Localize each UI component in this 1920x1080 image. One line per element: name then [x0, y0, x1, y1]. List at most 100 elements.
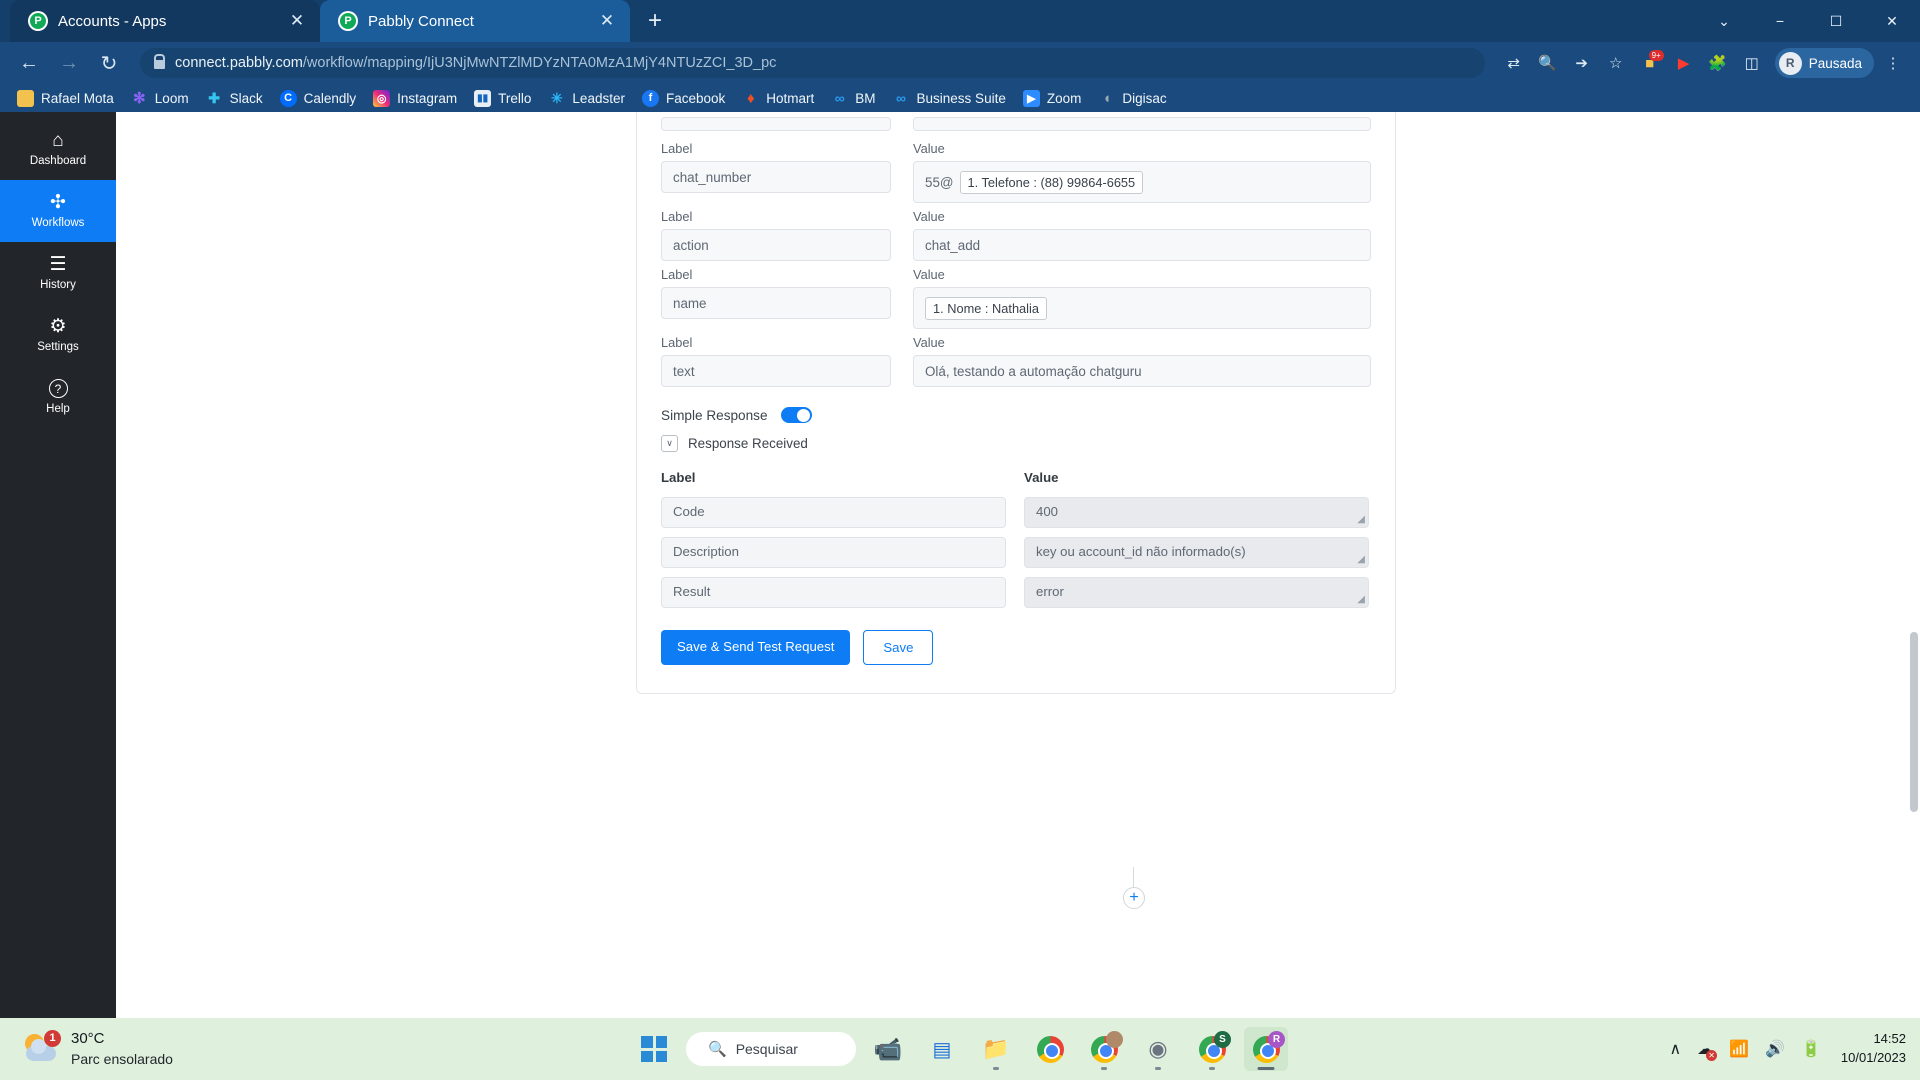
response-received-label: Response Received — [688, 436, 808, 451]
taskbar-app-chrome-profile-s[interactable]: S — [1190, 1027, 1234, 1071]
taskbar-app-file-explorer[interactable]: 📁 — [974, 1027, 1018, 1071]
taskbar-app-chrome-profile-1[interactable] — [1082, 1027, 1126, 1071]
label-input[interactable]: text — [661, 355, 891, 387]
youtube-extension-icon[interactable]: ▶ — [1669, 48, 1699, 78]
forward-icon[interactable]: → — [52, 46, 86, 80]
bookmark-zoom[interactable]: ▶ Zoom — [1016, 87, 1089, 110]
response-label-field[interactable]: Description — [661, 537, 1006, 568]
value-input-partial[interactable] — [913, 117, 1371, 131]
workflows-icon: ✣ — [50, 192, 66, 213]
label-input[interactable]: chat_number — [661, 161, 891, 193]
sidebar-item-workflows[interactable]: ✣ Workflows — [0, 180, 116, 242]
sidebar-item-settings[interactable]: ⚙ Settings — [0, 304, 116, 366]
resize-grip-icon[interactable]: ◢ — [1357, 594, 1365, 605]
extension-badge-icon[interactable]: ■ 9+ — [1635, 48, 1665, 78]
running-indicator — [1257, 1067, 1275, 1070]
minimize-button[interactable]: − — [1752, 0, 1808, 42]
page-scrollbar[interactable] — [1907, 112, 1920, 1018]
label-input[interactable]: action — [661, 229, 891, 261]
bookmark-rafael-mota[interactable]: Rafael Mota — [10, 87, 121, 110]
bookmark-facebook[interactable]: f Facebook — [635, 87, 732, 110]
bookmark-loom[interactable]: ✻ Loom — [124, 87, 196, 110]
bookmark-slack[interactable]: ✚ Slack — [199, 87, 270, 110]
bookmark-business-suite[interactable]: ∞ Business Suite — [886, 87, 1013, 110]
value-input[interactable]: 55@ 1. Telefone : (88) 99864-6655 — [913, 161, 1371, 203]
search-icon[interactable]: 🔍 — [1533, 48, 1563, 78]
sidebar-item-dashboard[interactable]: ⌂ Dashboard — [0, 118, 116, 180]
response-value-field[interactable]: key ou account_id não informado(s) ◢ — [1024, 537, 1369, 568]
bookmark-instagram[interactable]: ◎ Instagram — [366, 87, 464, 110]
chevron-down-icon[interactable]: ⌄ — [1696, 0, 1752, 42]
close-icon[interactable]: ✕ — [596, 10, 618, 32]
new-tab-button[interactable]: + — [638, 4, 672, 38]
bookmark-trello[interactable]: ▮▮ Trello — [467, 87, 538, 110]
bookmark-bm[interactable]: ∞ BM — [824, 87, 882, 110]
weather-widget[interactable]: 1 30°C Parc ensolarado — [0, 1029, 173, 1068]
close-icon[interactable]: ✕ — [286, 10, 308, 32]
tab-pabbly-connect[interactable]: P Pabbly Connect ✕ — [320, 0, 630, 42]
response-label-field[interactable]: Code — [661, 497, 1006, 528]
translate-icon[interactable]: ⇄ — [1499, 48, 1529, 78]
hotmart-icon: ♦ — [746, 89, 755, 107]
taskbar-clock[interactable]: 14:52 10/01/2023 — [1841, 1030, 1906, 1068]
chevron-down-icon[interactable]: ∨ — [661, 435, 678, 452]
home-icon: ⌂ — [52, 130, 64, 151]
maximize-button[interactable]: ☐ — [1808, 0, 1864, 42]
profile-button[interactable]: R Pausada — [1774, 48, 1874, 78]
calendly-icon: C — [279, 89, 297, 107]
search-placeholder: Pesquisar — [735, 1041, 798, 1057]
onedrive-sync-error-icon[interactable]: ☁ ✕ — [1697, 1039, 1718, 1061]
close-window-button[interactable]: ✕ — [1864, 0, 1920, 42]
meta-icon: ∞ — [834, 90, 845, 106]
bookmark-hotmart[interactable]: ♦ Hotmart — [735, 87, 821, 110]
bookmark-leadster[interactable]: ✳ Leadster — [541, 87, 632, 110]
bookmark-star-icon[interactable]: ☆ — [1601, 48, 1631, 78]
bookmark-digisac[interactable]: ◖ Digisac — [1091, 87, 1173, 110]
sidebar-item-help[interactable]: ? Help — [0, 366, 116, 428]
response-label-field[interactable]: Result — [661, 577, 1006, 608]
wifi-icon[interactable]: 📶 — [1729, 1039, 1749, 1059]
taskbar-app-chrome[interactable] — [1028, 1027, 1072, 1071]
battery-icon[interactable]: 🔋 — [1801, 1039, 1821, 1059]
taskbar-app-chrome-profile-r[interactable]: R — [1244, 1027, 1288, 1071]
response-value-text: error — [1036, 584, 1064, 599]
mapped-field-chip[interactable]: 1. Telefone : (88) 99864-6655 — [959, 170, 1144, 194]
share-icon[interactable]: ➔ — [1567, 48, 1597, 78]
label-input-partial[interactable] — [661, 117, 891, 131]
bookmark-calendly[interactable]: C Calendly — [273, 87, 364, 110]
sidebar-item-history[interactable]: ☰ History — [0, 242, 116, 304]
action-step-card: Label chat_number Value 55@ 1. Telefone … — [636, 112, 1396, 694]
taskbar-app-skype[interactable]: 📹 — [866, 1027, 910, 1071]
tray-chevron-icon[interactable]: ∧ — [1669, 1039, 1681, 1059]
sidebar-item-label: History — [40, 279, 76, 291]
mapped-field-chip[interactable]: 1. Nome : Nathalia — [925, 296, 1047, 320]
label-input[interactable]: name — [661, 287, 891, 319]
save-button[interactable]: Save — [863, 630, 934, 665]
address-bar[interactable]: connect.pabbly.com/workflow/mapping/IjU3… — [140, 48, 1485, 78]
system-tray: ∧ ☁ ✕ 📶 🔊 🔋 14:52 10/01/2023 — [1669, 1030, 1906, 1068]
value-input[interactable]: Olá, testando a automação chatguru — [913, 355, 1371, 387]
resize-grip-icon[interactable]: ◢ — [1357, 554, 1365, 565]
start-button[interactable] — [632, 1027, 676, 1071]
value-input[interactable]: 1. Nome : Nathalia — [913, 287, 1371, 329]
taskbar-search[interactable]: 🔍 Pesquisar — [686, 1032, 856, 1066]
add-step-button[interactable]: + — [1123, 887, 1145, 909]
taskbar-app-trello[interactable]: ▤ — [920, 1027, 964, 1071]
response-value-text: key ou account_id não informado(s) — [1036, 544, 1246, 559]
save-and-send-test-request-button[interactable]: Save & Send Test Request — [661, 630, 851, 665]
resize-grip-icon[interactable]: ◢ — [1357, 514, 1365, 525]
response-received-row[interactable]: ∨ Response Received — [661, 435, 1371, 452]
simple-response-toggle[interactable] — [780, 407, 812, 423]
tab-accounts-apps[interactable]: P Accounts - Apps ✕ — [10, 0, 320, 42]
volume-icon[interactable]: 🔊 — [1765, 1039, 1785, 1059]
back-icon[interactable]: ← — [12, 46, 46, 80]
value-input[interactable]: chat_add — [913, 229, 1371, 261]
taskbar-app-ring[interactable]: ◉ — [1136, 1027, 1180, 1071]
chrome-menu-icon[interactable]: ⋮ — [1878, 48, 1908, 78]
reload-icon[interactable]: ↻ — [92, 46, 126, 80]
extension-puzzle-icon[interactable]: 🧩 — [1703, 48, 1733, 78]
scrollbar-thumb[interactable] — [1910, 632, 1918, 812]
response-value-field[interactable]: error ◢ — [1024, 577, 1369, 608]
sidepanel-icon[interactable]: ◫ — [1737, 48, 1767, 78]
response-value-field[interactable]: 400 ◢ — [1024, 497, 1369, 528]
